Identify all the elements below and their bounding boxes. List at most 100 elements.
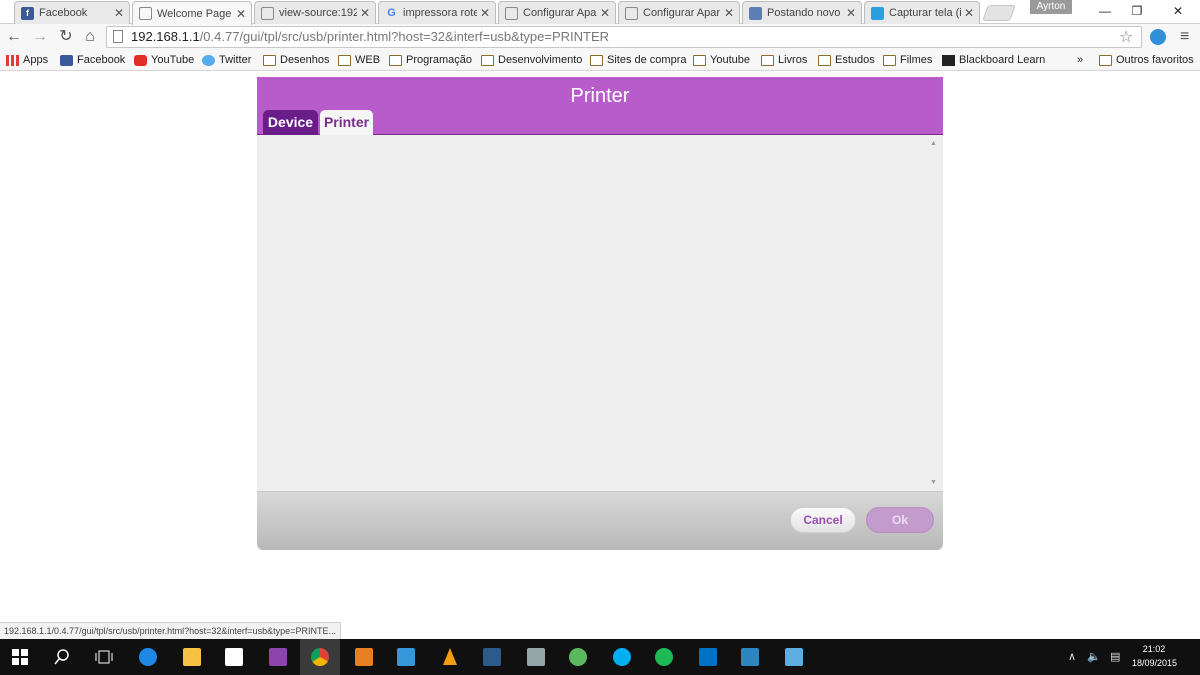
bookmark-star-icon[interactable]: ☆	[1119, 27, 1133, 47]
clock-date: 18/09/2015	[1132, 658, 1178, 668]
back-arrow-icon[interactable]: ←	[4, 27, 24, 47]
bookmark-blackboard[interactable]: Blackboard Learn	[942, 54, 1045, 66]
printer-dialog: Printer Device Printer ▲ ▼ Cancel Ok	[257, 77, 943, 550]
windows-taskbar: ∧ 🔈 ▤ 21:02 18/09/2015	[0, 639, 1200, 675]
close-icon[interactable]: ✕	[845, 6, 857, 20]
address-path: /0.4.77/gui/tpl/src/usb/printer.html?hos…	[199, 29, 610, 44]
volume-icon[interactable]: 🔈	[1087, 650, 1101, 663]
close-icon[interactable]: ✕	[599, 6, 611, 20]
bookmark-folder[interactable]: WEB	[338, 54, 380, 66]
tab-title: Welcome Page	[157, 7, 232, 20]
browser-tab[interactable]: Configurar Apar ✕	[618, 1, 740, 24]
twitter-icon	[202, 54, 215, 66]
browser-tab[interactable]: Configurar Apar ✕	[498, 1, 616, 24]
browser-tab[interactable]: G impressora rote ✕	[378, 1, 496, 24]
spotify-icon[interactable]	[644, 639, 684, 675]
bookmark-label: Youtube	[710, 54, 750, 66]
address-host: 192.168.1.1	[131, 29, 200, 44]
utorrent-icon[interactable]	[558, 639, 598, 675]
bookmark-other-favorites[interactable]: Outros favoritos	[1099, 54, 1194, 66]
media-player-icon[interactable]	[344, 639, 384, 675]
close-icon[interactable]: ✕	[963, 6, 975, 20]
reload-icon[interactable]: ↻	[56, 27, 76, 47]
store-icon[interactable]	[214, 639, 254, 675]
skype-icon[interactable]	[602, 639, 642, 675]
outlook-icon[interactable]	[688, 639, 728, 675]
bookmark-label: Outros favoritos	[1116, 54, 1194, 66]
mysql-workbench-icon[interactable]	[472, 639, 512, 675]
start-windows-icon[interactable]	[0, 639, 40, 675]
bookmark-label: Livros	[778, 54, 808, 66]
browser-tab[interactable]: Capturar tela (ir ✕	[864, 1, 980, 24]
bookmark-folder[interactable]: Programação	[389, 54, 472, 66]
page-icon	[139, 7, 152, 20]
forward-arrow-icon[interactable]: →	[30, 27, 50, 47]
browser-tab[interactable]: Postando novo ✕	[742, 1, 862, 24]
remote-desktop-icon[interactable]	[774, 639, 814, 675]
bookmark-folder[interactable]: Sites de compra	[590, 54, 686, 66]
bookmark-folder[interactable]: Livros	[761, 54, 807, 66]
bookmark-label: Facebook	[77, 54, 126, 66]
vlc-icon[interactable]	[430, 639, 470, 675]
bookmark-folder[interactable]: Filmes	[883, 54, 932, 66]
minimize-icon[interactable]: —	[1092, 2, 1118, 20]
new-tab-button[interactable]	[982, 5, 1016, 21]
bookmark-apps[interactable]: Apps	[6, 54, 48, 66]
home-icon[interactable]: ⌂	[80, 27, 100, 47]
blackboard-icon	[942, 54, 955, 66]
bookmarks-overflow-icon[interactable]: »	[1077, 54, 1083, 66]
profile-badge[interactable]: Ayrton	[1030, 0, 1072, 14]
browser-tab[interactable]: view-source:192 ✕	[254, 1, 376, 24]
restore-icon[interactable]: ❐	[1124, 2, 1150, 20]
bookmarks-bar: Apps Facebook YouTube Twitter Desenhos W…	[0, 51, 1200, 71]
close-window-icon[interactable]: ✕	[1165, 2, 1191, 20]
bookmark-folder[interactable]: Desenhos	[263, 54, 330, 66]
close-icon[interactable]: ✕	[479, 6, 491, 20]
tray-chevron-icon[interactable]: ∧	[1068, 650, 1076, 663]
cancel-button[interactable]: Cancel	[790, 507, 856, 533]
system-clock[interactable]: 21:02 18/09/2015	[1132, 642, 1178, 670]
bookmark-folder[interactable]: Desenvolvimento	[481, 54, 582, 66]
tab-device[interactable]: Device	[263, 110, 318, 135]
bookmark-label: Twitter	[219, 54, 252, 66]
ok-button[interactable]: Ok	[866, 507, 934, 533]
close-icon[interactable]: ✕	[723, 6, 735, 20]
bookmark-label: Filmes	[900, 54, 933, 66]
bookmark-folder[interactable]: Youtube	[693, 54, 750, 66]
bookmark-twitter[interactable]: Twitter	[202, 54, 251, 66]
calendar-app-icon[interactable]	[386, 639, 426, 675]
chrome-menu-icon[interactable]: ≡	[1180, 28, 1189, 46]
close-icon[interactable]: ✕	[359, 6, 371, 20]
folder-icon	[818, 54, 831, 66]
link-status-bar: 192.168.1.1/0.4.77/gui/tpl/src/usb/print…	[0, 622, 341, 639]
scroll-down-arrow-icon[interactable]: ▼	[930, 479, 937, 486]
address-bar[interactable]: 192.168.1.1/0.4.77/gui/tpl/src/usb/print…	[106, 26, 1142, 48]
search-icon[interactable]	[42, 639, 82, 675]
bookmark-label: Sites de compra	[607, 54, 687, 66]
browser-tab-active[interactable]: Welcome Page ✕	[132, 1, 252, 25]
browser-tab[interactable]: f Facebook ✕	[14, 1, 130, 24]
cloud-extension-icon[interactable]	[1150, 29, 1166, 45]
tab-printer[interactable]: Printer	[320, 110, 373, 136]
close-icon[interactable]: ✕	[113, 6, 125, 20]
visual-studio-icon[interactable]	[258, 639, 298, 675]
paint-icon[interactable]	[730, 639, 770, 675]
file-explorer-icon[interactable]	[172, 639, 212, 675]
dialog-content-area[interactable]: ▲ ▼	[257, 135, 943, 492]
dialog-footer: Cancel Ok	[257, 492, 943, 550]
tools-icon[interactable]	[516, 639, 556, 675]
clock-time: 21:02	[1142, 644, 1166, 654]
apps-grid-icon	[6, 54, 19, 66]
close-icon[interactable]: ✕	[235, 7, 247, 21]
task-view-icon[interactable]	[84, 639, 124, 675]
dialog-header: Printer Device Printer	[257, 77, 943, 136]
bookmark-facebook[interactable]: Facebook	[60, 54, 125, 66]
bookmark-folder[interactable]: Estudos	[818, 54, 875, 66]
edge-icon[interactable]	[128, 639, 168, 675]
bookmark-youtube[interactable]: YouTube	[134, 54, 194, 66]
page-info-icon[interactable]	[113, 30, 123, 43]
folder-icon	[263, 54, 276, 66]
notifications-icon[interactable]: ▤	[1110, 650, 1120, 663]
chrome-icon[interactable]	[300, 639, 340, 675]
scroll-up-arrow-icon[interactable]: ▲	[930, 140, 937, 147]
